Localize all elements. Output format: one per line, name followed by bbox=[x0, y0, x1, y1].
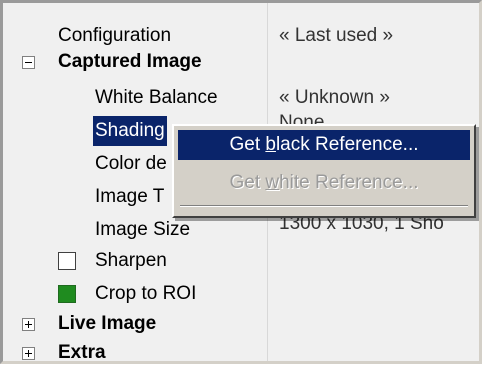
crop-to-roi-checkbox[interactable] bbox=[58, 285, 76, 303]
live-image-label: Live Image bbox=[58, 313, 157, 334]
sharpen-label: Sharpen bbox=[95, 250, 167, 271]
crop-to-roi-label: Crop to ROI bbox=[95, 283, 197, 304]
menu-item-text: lack Reference... bbox=[275, 134, 419, 155]
captured-image-label: Captured Image bbox=[58, 51, 202, 72]
tree-row-image-size[interactable]: Image Size 1300 x 1030, 1 Sho bbox=[3, 213, 479, 245]
menu-item-text: Get bbox=[229, 134, 266, 155]
menu-item-get-black-reference[interactable]: Get black Reference... bbox=[178, 130, 470, 160]
tree-row-captured-image[interactable]: Captured Image bbox=[3, 47, 479, 77]
tree-row-white-balance[interactable]: White Balance « Unknown » bbox=[3, 83, 479, 113]
menu-item-accelerator: w bbox=[265, 172, 280, 193]
color-depth-label: Color de bbox=[95, 153, 167, 174]
menu-separator bbox=[180, 205, 468, 207]
white-balance-label: White Balance bbox=[95, 87, 218, 108]
menu-item-text: hite Reference... bbox=[279, 172, 419, 193]
tree-row-sharpen[interactable]: Sharpen bbox=[3, 246, 479, 276]
collapse-icon[interactable] bbox=[22, 56, 35, 69]
sharpen-checkbox[interactable] bbox=[58, 252, 76, 270]
image-type-label: Image T bbox=[95, 186, 165, 207]
shading-label[interactable]: Shading bbox=[93, 116, 167, 146]
image-size-label: Image Size bbox=[95, 219, 191, 240]
menu-item-get-white-reference[interactable]: Get white Reference... bbox=[178, 168, 470, 198]
menu-item-accelerator: b bbox=[265, 134, 276, 155]
tree-row-crop-to-roi[interactable]: Crop to ROI bbox=[3, 279, 479, 309]
context-menu: Get black Reference... Get white Referen… bbox=[172, 124, 476, 218]
menu-item-text: Get bbox=[229, 172, 266, 193]
expand-icon[interactable] bbox=[22, 318, 35, 331]
expand-icon[interactable] bbox=[22, 347, 35, 360]
tree-row-live-image[interactable]: Live Image bbox=[3, 309, 479, 339]
